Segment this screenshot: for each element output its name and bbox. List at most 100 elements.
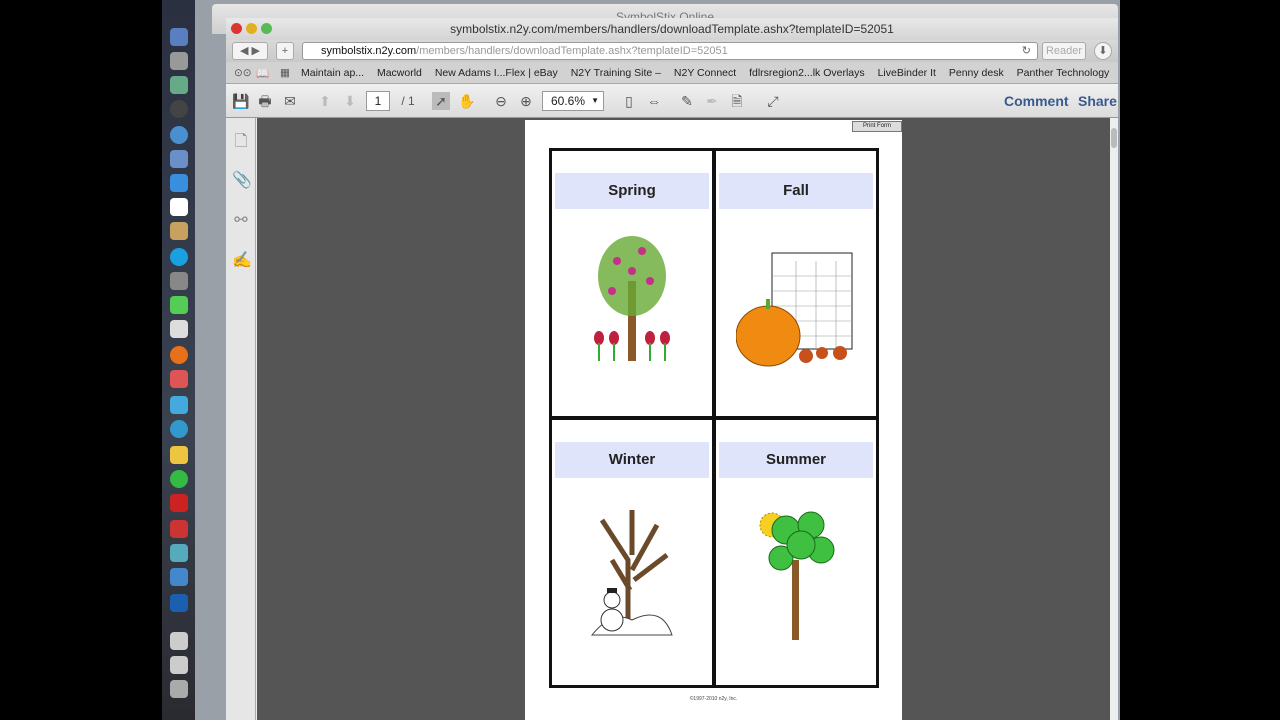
edit-icon[interactable]: ✎ xyxy=(678,92,696,110)
folder-icon[interactable] xyxy=(170,656,188,674)
bookmark[interactable]: Panther Technology xyxy=(1017,67,1110,79)
bookmark[interactable]: Macworld xyxy=(377,67,422,79)
app-icon[interactable] xyxy=(170,396,188,414)
folder-icon[interactable] xyxy=(170,632,188,650)
copyright: ©1997-2010 n2y, Inc. xyxy=(689,696,738,702)
reader-button[interactable]: Reader xyxy=(1042,42,1086,60)
bookmarks-bar: ⊙⊙ 📖 ▦ Maintain ap... Macworld New Adams… xyxy=(226,62,1118,84)
bookmarks-icon[interactable]: 📖 xyxy=(256,67,269,80)
card-fall: Fall xyxy=(716,151,876,416)
bookmark[interactable]: fdlrsregion2...lk Overlays xyxy=(749,67,865,79)
bookmark[interactable]: New Adams I...Flex | eBay xyxy=(435,67,558,79)
print-form-button[interactable]: Print Form xyxy=(852,121,902,132)
firefox-icon[interactable] xyxy=(170,346,188,364)
zoom-in-icon[interactable]: ⊕ xyxy=(517,92,535,110)
bookmark[interactable]: N2Y Training Site – xyxy=(571,67,661,79)
pdf-toolbar: 💾 🖶 ✉ ⬆ ⬇ 1 / 1 ➚ ✋ ⊖ ⊕ 60.6% ▼ ▯ ⇔ ✎ ✒ 🗎… xyxy=(226,84,1118,118)
calendar-icon[interactable] xyxy=(170,198,188,216)
stickies-icon[interactable] xyxy=(170,446,188,464)
pdf-sidebar: 🗋 📎 ⚯ ✍ xyxy=(226,118,256,720)
skype-icon[interactable] xyxy=(170,248,188,266)
zoom-out-icon[interactable]: ⊖ xyxy=(492,92,510,110)
app-icon[interactable] xyxy=(170,568,188,586)
winter-tree-snowman-image xyxy=(590,510,673,636)
browser-window: symbolstix.n2y.com/members/handlers/down… xyxy=(226,18,1118,720)
fit-page-icon[interactable]: ▯ xyxy=(620,92,638,110)
page-number-input[interactable]: 1 xyxy=(366,91,390,111)
document-viewer: Print Form Spring Fall Winter Summer ©19… xyxy=(257,118,1110,720)
fall-pumpkin-calendar-image xyxy=(736,252,853,367)
scrollbar[interactable] xyxy=(1110,118,1118,720)
card-summer: Summer xyxy=(716,420,876,685)
bookmark[interactable]: N2Y Connect xyxy=(674,67,736,79)
app-icon[interactable] xyxy=(170,76,188,94)
pdf-page: Print Form Spring Fall Winter Summer ©19… xyxy=(525,120,902,720)
new-tab-button[interactable]: + xyxy=(276,42,294,60)
app-icon[interactable] xyxy=(170,520,188,538)
next-page-icon[interactable]: ⬇ xyxy=(341,92,359,110)
reload-icon[interactable]: ↻ xyxy=(1022,44,1031,57)
finder-icon[interactable] xyxy=(170,28,188,46)
notes-icon[interactable] xyxy=(170,222,188,240)
app-icon[interactable] xyxy=(170,150,188,168)
signatures-icon[interactable]: ✍ xyxy=(232,250,252,270)
title-bar: symbolstix.n2y.com/members/handlers/down… xyxy=(226,18,1118,40)
fullscreen-icon[interactable]: ⤢ xyxy=(764,92,782,110)
word-icon[interactable] xyxy=(170,594,188,612)
attachments-icon[interactable]: 📎 xyxy=(232,170,252,190)
zoom-button[interactable] xyxy=(261,23,272,34)
pages-icon[interactable]: 🗋 xyxy=(232,130,250,150)
card-spring: Spring xyxy=(552,151,712,416)
chevron-down-icon: ▼ xyxy=(591,96,599,105)
app-icon[interactable] xyxy=(170,544,188,562)
app-icon[interactable] xyxy=(170,370,188,388)
minimize-button[interactable] xyxy=(246,23,257,34)
spring-tree-image xyxy=(594,236,670,361)
page-total: / 1 xyxy=(401,94,415,108)
share-button[interactable]: Share xyxy=(1078,93,1117,109)
comment-button[interactable]: Comment xyxy=(1004,93,1069,109)
select-tool-icon[interactable]: ➚ xyxy=(432,92,450,110)
summer-tree-sun-image xyxy=(759,511,835,640)
trash-icon[interactable] xyxy=(170,680,188,698)
binoculars-icon[interactable]: ⚯ xyxy=(232,210,250,230)
back-forward-button[interactable]: ◀ ▶ xyxy=(232,42,268,60)
save-icon[interactable]: 💾 xyxy=(232,92,250,110)
dashboard-icon[interactable] xyxy=(170,100,188,118)
top-sites-icon[interactable]: ▦ xyxy=(280,67,290,79)
fit-width-icon[interactable]: ⇔ xyxy=(645,92,663,110)
dropbox-icon[interactable] xyxy=(170,174,188,192)
dock xyxy=(162,0,195,720)
card-label: Fall xyxy=(719,173,873,209)
previous-page-icon[interactable]: ⬆ xyxy=(316,92,334,110)
sign-icon[interactable]: ✒ xyxy=(703,92,721,110)
bookmark[interactable]: Maintain ap... xyxy=(301,67,364,79)
messages-icon[interactable] xyxy=(170,296,188,314)
bookmark[interactable]: Penny desk xyxy=(949,67,1004,79)
acrobat-icon[interactable] xyxy=(170,494,188,512)
scrollbar-thumb[interactable] xyxy=(1111,128,1117,148)
safari-icon[interactable] xyxy=(170,126,188,144)
print-icon[interactable]: 🖶 xyxy=(256,92,274,110)
url-toolbar: ◀ ▶ + symbolstix.n2y.com/members/handler… xyxy=(226,40,1118,62)
close-button[interactable] xyxy=(231,23,242,34)
itunes-icon[interactable] xyxy=(170,420,188,438)
launchpad-icon[interactable] xyxy=(170,52,188,70)
season-cards: Spring Fall Winter Summer xyxy=(549,148,879,688)
email-icon[interactable]: ✉ xyxy=(281,92,299,110)
card-label: Winter xyxy=(555,442,709,478)
app-icon[interactable] xyxy=(170,272,188,290)
document-icon[interactable]: 🗎 xyxy=(728,92,746,110)
card-label: Spring xyxy=(555,173,709,209)
bookmark[interactable]: LiveBinder It xyxy=(878,67,936,79)
card-label: Summer xyxy=(719,442,873,478)
app-icon[interactable] xyxy=(170,470,188,488)
reading-list-icon[interactable]: ⊙⊙ xyxy=(234,67,252,79)
zoom-select[interactable]: 60.6% ▼ xyxy=(542,91,604,111)
downloads-icon[interactable]: ⬇ xyxy=(1094,42,1112,60)
card-winter: Winter xyxy=(552,420,712,685)
address-bar[interactable]: symbolstix.n2y.com/members/handlers/down… xyxy=(302,42,1038,60)
hand-tool-icon[interactable]: ✋ xyxy=(458,92,476,110)
app-icon[interactable] xyxy=(170,320,188,338)
window-title: symbolstix.n2y.com/members/handlers/down… xyxy=(450,22,894,36)
